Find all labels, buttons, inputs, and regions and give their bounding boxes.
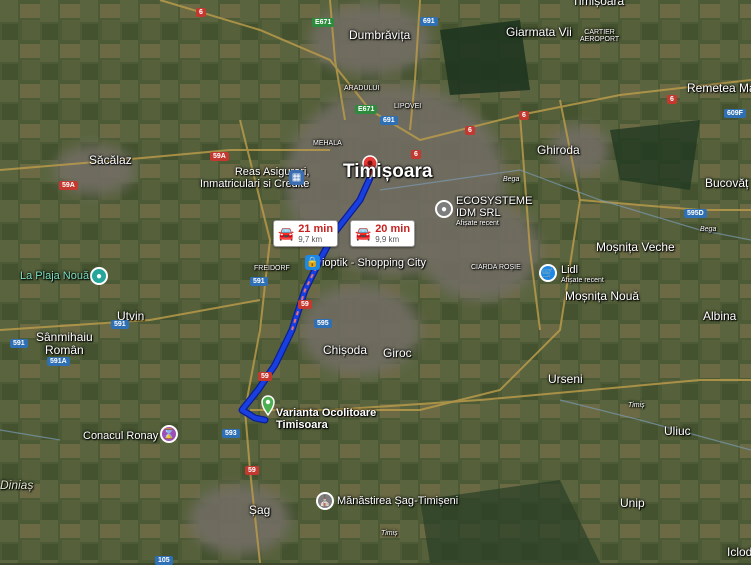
business-pin-icon[interactable]: ● <box>435 200 453 218</box>
river-label-timis-2: Timiș <box>381 530 398 537</box>
bank-icon[interactable]: ▦ <box>289 170 304 185</box>
road-shield: 595D <box>684 209 707 218</box>
road-shield: 59A <box>210 152 229 161</box>
district-label-ciarda-rosie: CIARDA ROȘIE <box>471 264 521 271</box>
road-shield: 691 <box>380 116 398 125</box>
route-option-2[interactable]: 🚘 20 min 9,9 km <box>350 220 416 247</box>
shopping-bag-icon[interactable]: 🔒 <box>305 255 320 270</box>
place-label-dumbravita: Dumbrăvița <box>349 28 411 42</box>
place-label-urseni: Urseni <box>548 372 583 386</box>
place-label-giarmata-vii: Giarmata Vii <box>506 25 572 39</box>
place-label-sacalaz: Săcălaz <box>89 153 132 167</box>
poi-label-ecosisteme[interactable]: ECOSYSTEME IDM SRL <box>456 195 532 219</box>
river-label-timis-1: Timiș <box>628 402 645 409</box>
leisure-pin-icon[interactable]: ● <box>90 267 108 285</box>
city-label-timisoara: Timișoara <box>343 161 433 182</box>
road-shield: 59A <box>59 181 78 190</box>
road-shield: 59 <box>258 372 272 381</box>
road-shield: 609F <box>724 109 746 118</box>
road-shield: 593 <box>222 429 240 438</box>
place-label-bucovat: Bucovăț <box>705 176 749 190</box>
district-label-lipovei: LIPOVEI <box>394 103 422 110</box>
route-option-2-time: 20 min <box>375 223 411 235</box>
place-label-mosnita-veche: Moșnița Veche <box>596 240 675 254</box>
district-label-mehala: MEHALA <box>313 140 342 147</box>
place-label-iclod: Iclod <box>727 545 751 559</box>
route-option-1[interactable]: 🚘 21 min 9,7 km <box>273 220 339 247</box>
place-label-dinias: Diniaș <box>0 478 34 492</box>
poi-sub-lidl: Afișate recent <box>561 277 604 284</box>
poi-label-plaja[interactable]: La Plaja Nouă <box>20 270 89 282</box>
road-shield: 6 <box>667 95 677 104</box>
route-option-1-time: 21 min <box>298 223 334 235</box>
place-label-chisoda: Chișoda <box>323 343 368 357</box>
road-shield: 6 <box>411 150 421 159</box>
place-label-albina: Albina <box>703 309 737 323</box>
car-icon: 🚘 <box>355 225 372 241</box>
district-label-aradului: ARADULUI <box>344 85 380 92</box>
district-label-freidorf: FREIDORF <box>254 265 290 272</box>
shopping-cart-icon[interactable]: 🛒 <box>539 264 557 282</box>
road-shield: 6 <box>465 126 475 135</box>
place-label-ghiroda: Ghiroda <box>537 143 580 157</box>
poi-label-optik[interactable]: ioptik - Shopping City <box>322 257 426 269</box>
road-shield: 595 <box>314 319 332 328</box>
place-label-giroc: Giroc <box>383 346 412 360</box>
road-shield: 105 <box>155 556 173 565</box>
poi-label-varianta[interactable]: Varianta Ocolitoare Timisoara <box>276 407 376 431</box>
district-label-cartier-aeroport: CARTIER AEROPORT <box>580 29 620 43</box>
poi-label-manastirea[interactable]: Mănăstirea Șag-Timișeni <box>337 495 458 507</box>
place-label-sag: Șag <box>249 503 271 517</box>
road-shield: E671 <box>312 18 335 27</box>
poi-sub-ecosisteme: Afișate recent <box>456 220 499 227</box>
road-shield: 59 <box>245 466 259 475</box>
river-label-bega-2: Bega <box>700 226 717 233</box>
place-label-uliuc: Uliuc <box>664 424 691 438</box>
road-shield: 59 <box>298 300 312 309</box>
road-shield: 691 <box>420 17 438 26</box>
poi-label-lidl[interactable]: Lidl <box>561 264 578 276</box>
place-label-timisoara-top: Timișoara <box>572 0 625 8</box>
hotel-pin-icon[interactable]: ⌛ <box>160 425 178 443</box>
road-shield: E671 <box>355 105 378 114</box>
place-label-unip: Unip <box>620 496 645 510</box>
monastery-pin-icon[interactable]: ⛪ <box>316 492 334 510</box>
place-label-remetea-mare: Remetea Mare <box>687 81 751 95</box>
place-label-sanmihaiu-roman: Sânmihaiu Român <box>36 330 93 357</box>
route-option-2-distance: 9,9 km <box>375 235 400 244</box>
poi-label-conacul[interactable]: Conacul Ronay <box>83 430 158 442</box>
road-shield: 6 <box>196 8 206 17</box>
road-shield: 6 <box>519 111 529 120</box>
place-label-mosnita-noua: Moșnița Nouă <box>565 289 640 303</box>
car-icon: 🚘 <box>278 225 295 241</box>
route-option-1-distance: 9,7 km <box>298 235 323 244</box>
road-shield: 591 <box>111 320 129 329</box>
road-shield: 591 <box>250 277 268 286</box>
road-shield: 591 <box>10 339 28 348</box>
road-shield: 591A <box>47 357 70 366</box>
river-label-bega-1: Bega <box>503 176 520 183</box>
